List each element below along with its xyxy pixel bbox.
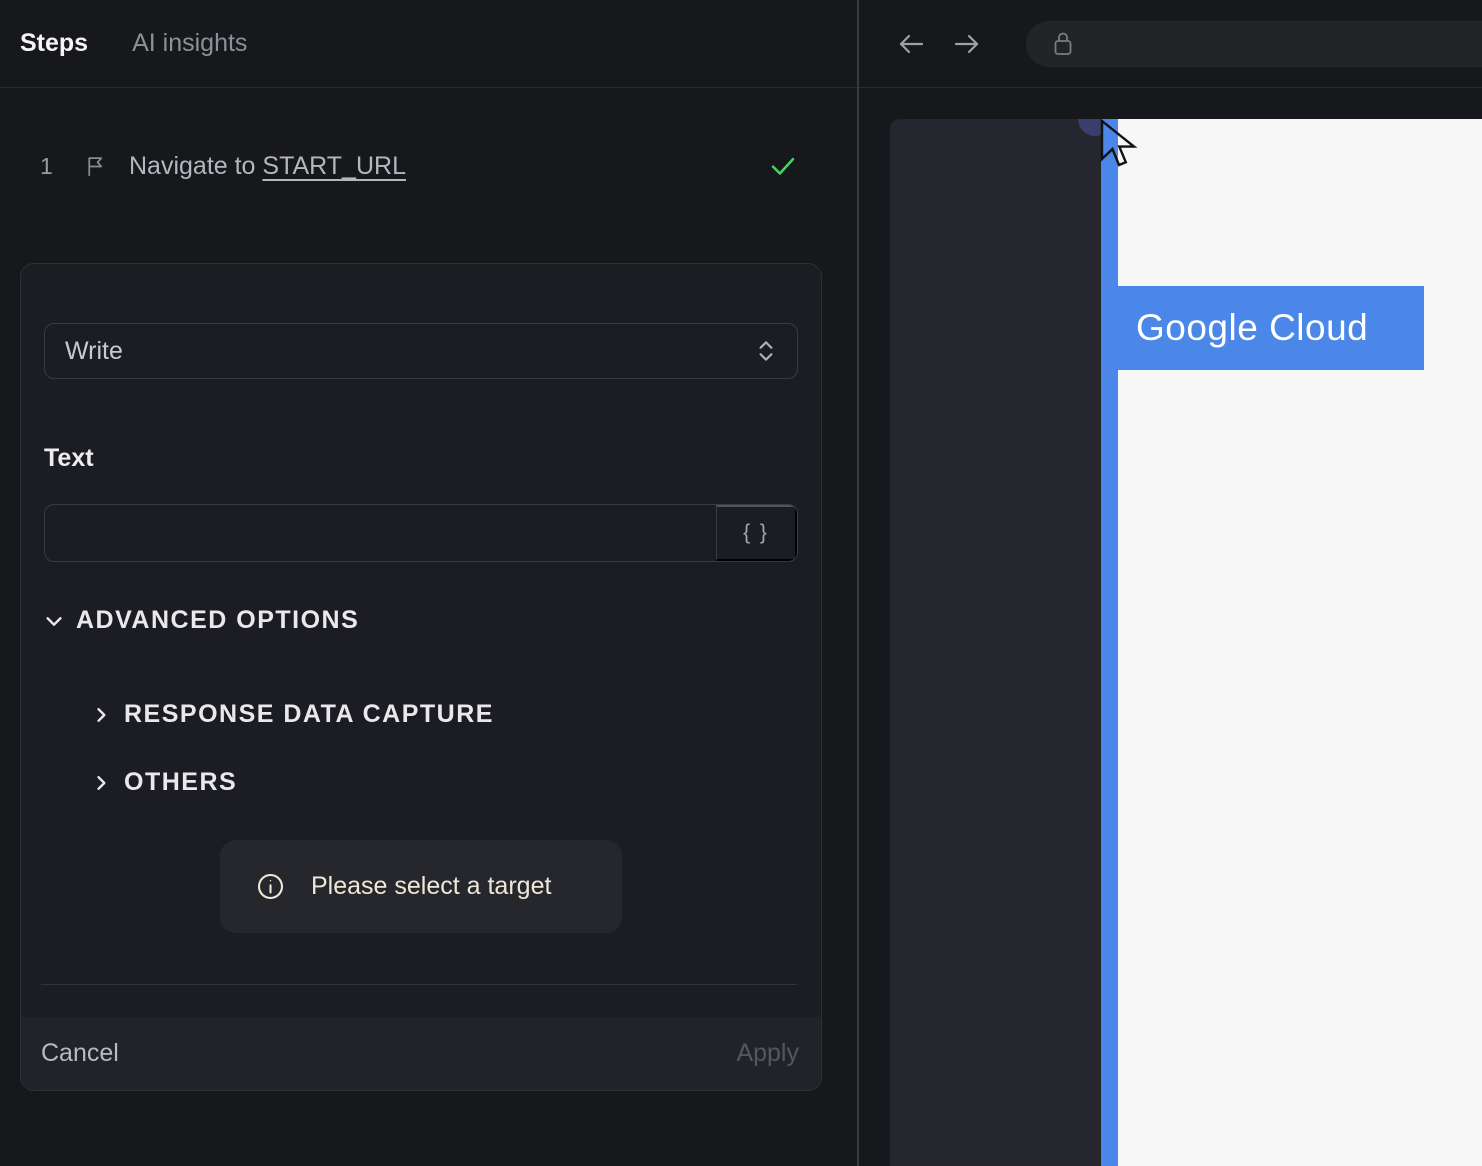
apply-button[interactable]: Apply: [736, 1039, 799, 1068]
mouse-cursor-icon: [1099, 119, 1141, 176]
check-success-icon: [768, 151, 798, 181]
browser-viewport: Google Cloud: [859, 88, 1482, 1166]
page-content-area: [1118, 119, 1482, 1166]
browser-panel: Google Cloud: [859, 0, 1482, 1166]
flag-icon: [83, 154, 108, 179]
page-headline: Google Cloud: [1136, 307, 1369, 348]
page-dark-panel: [890, 119, 1101, 1166]
response-data-capture-toggle[interactable]: RESPONSE DATA CAPTURE: [91, 700, 494, 729]
step-action-text: Navigate to: [129, 151, 263, 180]
cancel-button[interactable]: Cancel: [41, 1039, 119, 1068]
advanced-options-label: ADVANCED OPTIONS: [76, 606, 360, 634]
page-screenshot[interactable]: Google Cloud: [890, 119, 1482, 1166]
chevron-right-icon: [91, 704, 111, 726]
step-title: Navigate to START_URL: [129, 152, 406, 181]
select-target-notice: Please select a target: [220, 840, 622, 933]
tab-ai-insights[interactable]: AI insights: [132, 29, 247, 58]
steps-panel: Steps AI insights 1 Navigate to START_UR…: [0, 0, 857, 1166]
chevron-down-icon: [43, 610, 65, 632]
command-select[interactable]: Write: [44, 323, 798, 379]
response-data-capture-label: RESPONSE DATA CAPTURE: [124, 700, 494, 728]
highlight-strip: [1101, 119, 1118, 1166]
insert-variable-button[interactable]: { }: [716, 505, 797, 561]
step-row[interactable]: 1 Navigate to START_URL: [40, 146, 798, 186]
text-input[interactable]: [45, 505, 716, 561]
back-button[interactable]: [895, 28, 927, 65]
step-editor-card: Write Text { } ADVANCED OPTIONS RESPONSE…: [20, 263, 822, 1091]
browser-toolbar: [859, 0, 1482, 88]
chevron-right-icon: [91, 772, 111, 794]
forward-button[interactable]: [951, 28, 983, 65]
command-select-value: Write: [65, 336, 123, 365]
text-input-group: { }: [44, 504, 798, 562]
footer-divider: [41, 984, 797, 985]
others-label: OTHERS: [124, 768, 238, 796]
lock-icon: [1052, 29, 1074, 59]
text-field-label: Text: [44, 444, 94, 472]
step-target-link[interactable]: START_URL: [262, 152, 406, 180]
advanced-options-toggle[interactable]: ADVANCED OPTIONS: [43, 606, 359, 635]
others-toggle[interactable]: OTHERS: [91, 768, 237, 797]
notice-text: Please select a target: [311, 872, 552, 900]
editor-footer: Cancel Apply: [21, 1017, 821, 1090]
url-bar[interactable]: [1026, 21, 1482, 67]
panel-tabs: Steps AI insights: [0, 0, 857, 88]
info-icon: [256, 872, 285, 901]
highlighted-element[interactable]: Google Cloud: [1118, 286, 1424, 370]
select-caret-icon: [755, 338, 777, 364]
tab-steps[interactable]: Steps: [20, 29, 88, 58]
step-number: 1: [40, 152, 53, 179]
